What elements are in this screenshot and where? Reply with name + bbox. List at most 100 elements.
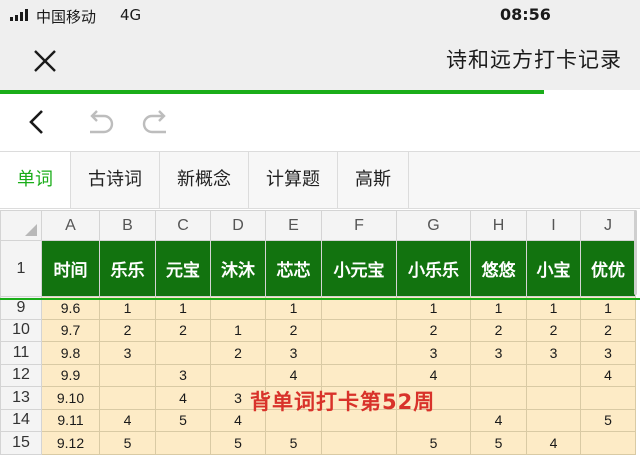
header-cell[interactable]: 元宝	[155, 240, 211, 297]
table-cell[interactable]: 4	[265, 363, 322, 387]
row-number[interactable]: 13	[0, 386, 42, 410]
table-cell[interactable]: 9.10	[41, 386, 100, 410]
table-cell[interactable]: 2	[470, 318, 527, 342]
table-cell[interactable]	[470, 386, 527, 410]
header-cell[interactable]: 芯芯	[265, 240, 322, 297]
close-button[interactable]	[28, 44, 62, 78]
table-cell[interactable]	[526, 408, 581, 432]
vertical-scrollbar[interactable]	[634, 210, 637, 295]
row-number[interactable]: 11	[0, 341, 42, 365]
table-cell[interactable]: 1	[210, 318, 266, 342]
table-cell[interactable]	[321, 318, 397, 342]
table-cell[interactable]: 3	[396, 341, 471, 365]
table-cell[interactable]: 5	[210, 431, 266, 455]
table-cell[interactable]	[155, 431, 211, 455]
table-cell[interactable]: 2	[580, 318, 636, 342]
table-cell[interactable]	[321, 341, 397, 365]
column-header[interactable]: I	[526, 210, 581, 241]
select-all-corner[interactable]	[0, 210, 42, 241]
table-cell[interactable]	[526, 363, 581, 387]
header-cell[interactable]: 沐沐	[210, 240, 266, 297]
table-cell[interactable]: 5	[580, 408, 636, 432]
frozen-pane-divider	[0, 298, 640, 300]
undo-button[interactable]	[84, 106, 116, 138]
header-cell[interactable]: 时间	[41, 240, 100, 297]
column-header[interactable]: C	[155, 210, 211, 241]
table-cell[interactable]	[99, 363, 156, 387]
table-cell[interactable]: 2	[265, 318, 322, 342]
header-cell[interactable]: 小乐乐	[396, 240, 471, 297]
table-cell[interactable]: 9.7	[41, 318, 100, 342]
table-cell[interactable]: 3	[265, 341, 322, 365]
header-cell[interactable]: 小宝	[526, 240, 581, 297]
table-cell[interactable]: 3	[470, 341, 527, 365]
table-cell[interactable]: 4	[155, 386, 211, 410]
sheet-table: A B C D E F G H I J 1 时间 乐乐 元宝 沐沐 芯芯 小元宝 小乐乐 悠悠 小宝 优优 9 9.6 1 1 1…	[0, 210, 636, 455]
header-cell[interactable]: 乐乐	[99, 240, 156, 297]
row-number[interactable]: 12	[0, 363, 42, 387]
tab-calculation[interactable]: 计算题	[249, 152, 338, 208]
table-cell[interactable]	[321, 431, 397, 455]
column-header[interactable]: A	[41, 210, 100, 241]
table-cell[interactable]	[321, 363, 397, 387]
tab-new-concept[interactable]: 新概念	[160, 152, 249, 208]
table-cell[interactable]: 4	[396, 363, 471, 387]
table-cell[interactable]: 2	[526, 318, 581, 342]
table-cell[interactable]	[210, 363, 266, 387]
table-cell[interactable]	[155, 341, 211, 365]
table-cell[interactable]	[99, 386, 156, 410]
tab-gauss[interactable]: 高斯	[338, 152, 409, 208]
table-cell[interactable]: 2	[99, 318, 156, 342]
tab-ancient-poems[interactable]: 古诗词	[71, 152, 160, 208]
table-cell[interactable]: 5	[470, 431, 527, 455]
table-row: 15 9.12 5 5 5 5 5 4	[0, 431, 636, 455]
table-cell[interactable]: 4	[580, 363, 636, 387]
redo-button[interactable]	[140, 106, 172, 138]
table-cell[interactable]: 4	[526, 431, 581, 455]
table-cell[interactable]: 5	[99, 431, 156, 455]
edit-toolbar	[0, 94, 640, 150]
signal-icon	[10, 9, 28, 21]
table-cell[interactable]: 3	[155, 363, 211, 387]
table-cell[interactable]: 9.9	[41, 363, 100, 387]
column-header[interactable]: G	[396, 210, 471, 241]
table-cell[interactable]	[526, 386, 581, 410]
header-cell[interactable]: 优优	[580, 240, 636, 297]
header-cell[interactable]: 小元宝	[321, 240, 397, 297]
table-cell[interactable]: 9.11	[41, 408, 100, 432]
table-cell[interactable]: 2	[155, 318, 211, 342]
close-icon	[34, 50, 56, 72]
row-number[interactable]: 10	[0, 318, 42, 342]
column-header[interactable]: D	[210, 210, 266, 241]
spreadsheet-grid: A B C D E F G H I J 1 时间 乐乐 元宝 沐沐 芯芯 小元宝 小乐乐 悠悠 小宝 优优 9 9.6 1 1 1…	[0, 210, 640, 464]
table-cell[interactable]: 4	[99, 408, 156, 432]
column-header[interactable]: H	[470, 210, 527, 241]
table-cell[interactable]	[580, 386, 636, 410]
table-cell[interactable]: 5	[265, 431, 322, 455]
column-header[interactable]: B	[99, 210, 156, 241]
back-button[interactable]	[22, 106, 54, 138]
row-number[interactable]: 1	[0, 240, 42, 297]
column-header[interactable]: E	[265, 210, 322, 241]
table-cell[interactable]: 9.12	[41, 431, 100, 455]
table-cell[interactable]	[580, 431, 636, 455]
table-cell[interactable]: 5	[396, 431, 471, 455]
header-cell[interactable]: 悠悠	[470, 240, 527, 297]
table-cell[interactable]: 3	[580, 341, 636, 365]
table-cell[interactable]: 2	[210, 341, 266, 365]
tab-words[interactable]: 单词	[0, 152, 71, 208]
column-header-row: ABCDEFGHIJ	[0, 210, 636, 241]
status-bar: 中国移动 4G 08:56	[0, 0, 640, 30]
row-number[interactable]: 15	[0, 431, 42, 455]
table-cell[interactable]: 2	[396, 318, 471, 342]
column-header[interactable]: J	[580, 210, 636, 241]
table-cell[interactable]: 4	[470, 408, 527, 432]
table-cell[interactable]	[470, 363, 527, 387]
table-cell[interactable]: 5	[155, 408, 211, 432]
row-number[interactable]: 14	[0, 408, 42, 432]
column-header[interactable]: F	[321, 210, 397, 241]
table-cell[interactable]: 9.8	[41, 341, 100, 365]
overlay-caption: 背单词打卡第52周	[250, 390, 436, 414]
table-cell[interactable]: 3	[526, 341, 581, 365]
table-cell[interactable]: 3	[99, 341, 156, 365]
